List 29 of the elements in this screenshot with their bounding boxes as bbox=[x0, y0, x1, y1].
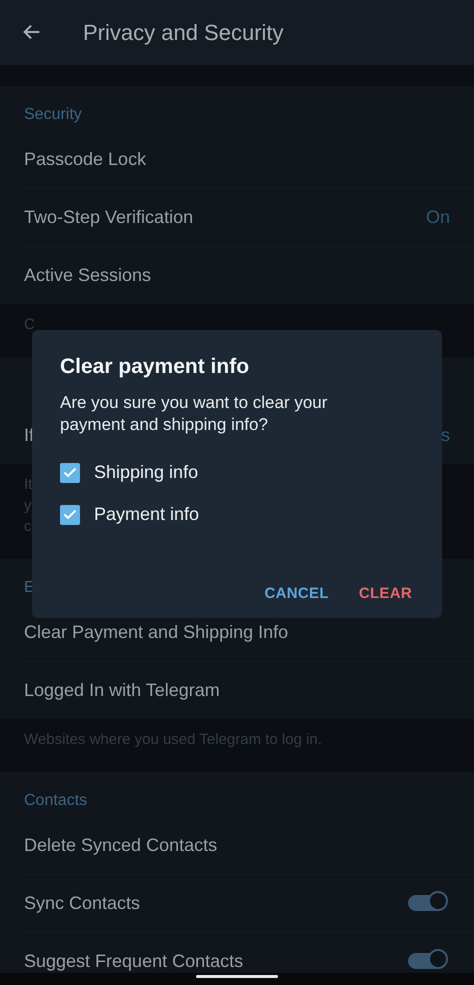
settings-row[interactable]: Two-Step Verification On bbox=[0, 188, 474, 246]
section-header: Contacts bbox=[24, 791, 88, 811]
row-label: Suggest Frequent Contacts bbox=[24, 950, 244, 972]
clear-button[interactable]: CLEAR bbox=[350, 579, 421, 608]
screen-title: Privacy and Security bbox=[83, 20, 284, 46]
settings-row[interactable]: Delete Synced Contacts bbox=[0, 816, 474, 874]
section-header: Security bbox=[24, 105, 82, 125]
settings-row[interactable]: Suggest Frequent Contacts bbox=[0, 932, 474, 985]
dialog-title: Clear payment info bbox=[60, 354, 250, 380]
row-label: Two-Step Verification bbox=[24, 206, 194, 228]
settings-row[interactable]: Active Sessions bbox=[0, 246, 474, 304]
checkmark-icon bbox=[63, 467, 77, 478]
settings-row[interactable]: Sync Contacts bbox=[0, 874, 474, 932]
checkbox-label[interactable]: Shipping info bbox=[94, 462, 198, 483]
row-label: Clear Payment and Shipping Info bbox=[24, 622, 290, 642]
row-label: Sync Contacts bbox=[24, 892, 142, 914]
row-label: Passcode Lock bbox=[24, 148, 148, 170]
row-value: On bbox=[426, 206, 450, 228]
row-label: Active Sessions bbox=[24, 264, 152, 286]
cancel-button[interactable]: CANCEL bbox=[256, 579, 338, 608]
settings-row[interactable]: Logged In with Telegram bbox=[0, 661, 474, 719]
row-label: Logged In with Telegram bbox=[24, 680, 221, 700]
checkmark-icon bbox=[63, 509, 77, 520]
row-label: Delete Synced Contacts bbox=[24, 834, 218, 856]
dialog-message: Are you sure you want to clear your payment and shipping info? bbox=[60, 392, 328, 436]
checkbox-label[interactable]: Payment info bbox=[94, 504, 200, 525]
settings-row[interactable]: Passcode Lock bbox=[0, 130, 474, 188]
checkbox[interactable] bbox=[60, 504, 80, 524]
checkbox[interactable] bbox=[60, 462, 80, 482]
